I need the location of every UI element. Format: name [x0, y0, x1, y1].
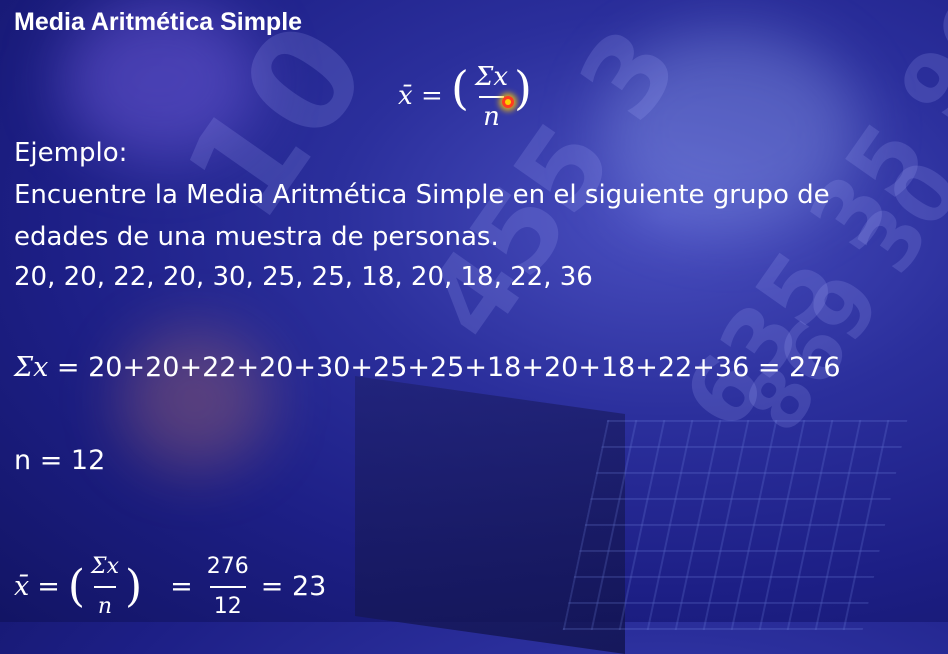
fraction-numerator: Σx [474, 62, 508, 92]
equals-sign: = [420, 81, 443, 111]
data-values: 20, 20, 22, 20, 30, 25, 25, 18, 20, 18, … [14, 262, 593, 292]
sum-line: Σx = 20+20+22+20+30+25+25+18+20+18+22+36… [14, 349, 841, 387]
right-parenthesis: ) [125, 561, 143, 612]
n-line: n = 12 [14, 445, 106, 476]
sum-symbol: Σx [14, 352, 49, 383]
equals-sign: = [170, 571, 193, 602]
mean-symbol: x̄ [14, 571, 30, 602]
result-line: x̄ = (Σx n) = 276 12 = 23 [14, 548, 326, 626]
mean-symbol: x̄ [398, 81, 413, 111]
slide-title: Media Aritmética Simple [14, 8, 303, 36]
right-parenthesis: ) [514, 61, 532, 115]
left-parenthesis: ( [451, 61, 469, 115]
fraction-denominator: n [479, 96, 504, 136]
fraction-numerator: 276 [206, 554, 249, 579]
slide-content: Media Aritmética Simple x̄ = (Σx n) Ejemp… [0, 0, 948, 622]
sum-expression: = 20+20+22+20+30+25+25+18+20+18+22+36 = … [56, 352, 841, 383]
statement-line-1: Encuentre la Media Aritmética Simple en … [14, 180, 830, 210]
pointer-cursor [502, 96, 514, 108]
left-parenthesis: ( [67, 561, 86, 612]
example-label: Ejemplo: [14, 138, 128, 168]
statement-line-2: edades de una muestra de personas. [14, 222, 499, 252]
fraction-numerator: Σx [91, 554, 119, 579]
fraction-denominator: n [93, 586, 117, 626]
result-formula-fraction: Σx n [87, 548, 123, 626]
final-result: = 23 [260, 571, 327, 602]
equals-sign: = [37, 571, 60, 602]
fraction-denominator: 12 [209, 586, 246, 626]
numeric-fraction: 276 12 [203, 548, 253, 626]
